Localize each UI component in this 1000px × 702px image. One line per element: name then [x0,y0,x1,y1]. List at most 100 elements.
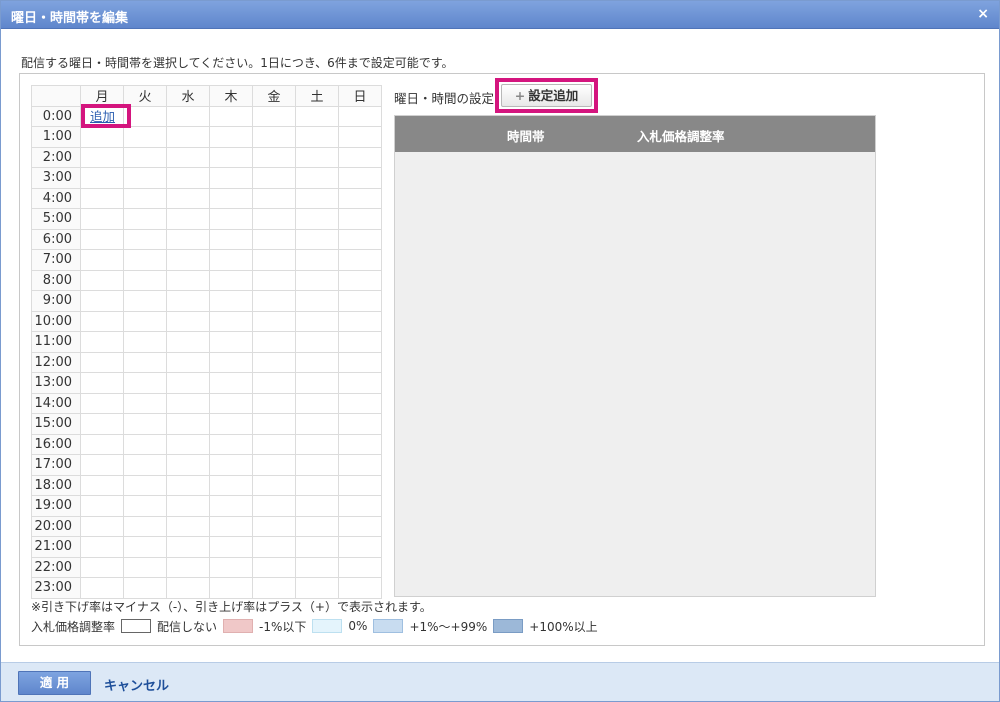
hour-label[interactable]: 20:00 [31,515,81,537]
schedule-cell[interactable] [295,474,339,496]
schedule-cell[interactable] [166,290,210,312]
schedule-cell[interactable] [295,310,339,332]
schedule-cell[interactable] [123,290,167,312]
schedule-cell[interactable] [338,146,382,168]
schedule-cell[interactable] [80,433,124,455]
schedule-cell[interactable] [209,105,253,127]
schedule-cell[interactable] [252,146,296,168]
schedule-cell[interactable] [123,536,167,558]
hour-label[interactable]: 6:00 [31,228,81,250]
schedule-cell[interactable] [338,269,382,291]
schedule-cell[interactable] [252,126,296,148]
schedule-cell[interactable] [80,536,124,558]
schedule-cell[interactable] [80,310,124,332]
schedule-cell[interactable] [123,269,167,291]
schedule-cell[interactable] [123,413,167,435]
schedule-cell[interactable] [295,290,339,312]
schedule-cell[interactable] [252,392,296,414]
schedule-cell[interactable] [338,310,382,332]
schedule-cell[interactable] [166,269,210,291]
hour-label[interactable]: 18:00 [31,474,81,496]
hour-label[interactable]: 22:00 [31,556,81,578]
schedule-cell[interactable] [295,454,339,476]
schedule-cell[interactable] [123,310,167,332]
schedule-cell[interactable] [295,187,339,209]
schedule-cell[interactable] [252,208,296,230]
schedule-cell[interactable] [80,187,124,209]
schedule-cell[interactable] [252,433,296,455]
schedule-cell[interactable] [295,269,339,291]
schedule-cell[interactable] [80,474,124,496]
schedule-cell[interactable] [209,392,253,414]
schedule-cell[interactable] [166,372,210,394]
schedule-cell[interactable] [123,577,167,599]
schedule-cell[interactable] [123,228,167,250]
schedule-cell[interactable] [166,413,210,435]
day-header[interactable]: 水 [166,85,210,107]
schedule-cell[interactable] [166,515,210,537]
schedule-cell[interactable] [123,556,167,578]
schedule-cell[interactable] [209,372,253,394]
schedule-cell[interactable] [295,126,339,148]
schedule-cell[interactable] [338,249,382,271]
schedule-cell[interactable] [338,392,382,414]
schedule-cell[interactable] [209,556,253,578]
schedule-cell[interactable] [338,515,382,537]
schedule-cell[interactable] [252,290,296,312]
schedule-cell[interactable] [123,126,167,148]
add-slot-link[interactable]: 追加 [90,106,115,125]
schedule-cell[interactable] [295,495,339,517]
schedule-cell[interactable] [123,351,167,373]
schedule-cell[interactable] [166,228,210,250]
schedule-cell[interactable] [252,515,296,537]
schedule-cell[interactable] [338,208,382,230]
schedule-cell[interactable] [209,167,253,189]
schedule-cell[interactable] [252,228,296,250]
hour-label[interactable]: 8:00 [31,269,81,291]
schedule-cell[interactable] [295,577,339,599]
schedule-cell[interactable] [166,126,210,148]
schedule-cell[interactable] [209,577,253,599]
schedule-cell[interactable] [252,454,296,476]
schedule-cell[interactable] [80,269,124,291]
schedule-cell[interactable] [166,310,210,332]
schedule-cell[interactable] [295,331,339,353]
add-setting-button[interactable]: + 設定追加 [501,84,592,107]
schedule-cell[interactable] [80,392,124,414]
schedule-cell[interactable] [80,249,124,271]
schedule-cell[interactable] [80,208,124,230]
schedule-cell[interactable] [80,126,124,148]
schedule-cell[interactable] [209,249,253,271]
schedule-cell[interactable] [295,105,339,127]
schedule-cell[interactable] [123,146,167,168]
schedule-cell[interactable] [166,249,210,271]
schedule-cell[interactable] [209,331,253,353]
schedule-cell[interactable] [295,556,339,578]
schedule-cell[interactable] [338,433,382,455]
schedule-cell[interactable] [252,536,296,558]
schedule-cell[interactable] [80,372,124,394]
hour-label[interactable]: 16:00 [31,433,81,455]
schedule-cell[interactable] [338,290,382,312]
schedule-cell[interactable] [123,433,167,455]
schedule-cell[interactable] [166,392,210,414]
schedule-cell[interactable] [338,474,382,496]
hour-label[interactable]: 12:00 [31,351,81,373]
schedule-cell[interactable] [338,351,382,373]
schedule-cell[interactable] [209,126,253,148]
schedule-cell[interactable] [295,146,339,168]
day-header[interactable]: 土 [295,85,339,107]
apply-button[interactable]: 適 用 [18,671,91,695]
hour-label[interactable]: 1:00 [31,126,81,148]
schedule-cell[interactable] [295,536,339,558]
schedule-cell[interactable] [80,290,124,312]
hour-label[interactable]: 15:00 [31,413,81,435]
schedule-cell[interactable] [338,454,382,476]
schedule-cell[interactable] [80,495,124,517]
hour-label[interactable]: 3:00 [31,167,81,189]
hour-label[interactable]: 2:00 [31,146,81,168]
schedule-cell[interactable] [209,269,253,291]
schedule-cell[interactable] [338,187,382,209]
schedule-cell[interactable] [209,454,253,476]
schedule-cell[interactable] [166,187,210,209]
